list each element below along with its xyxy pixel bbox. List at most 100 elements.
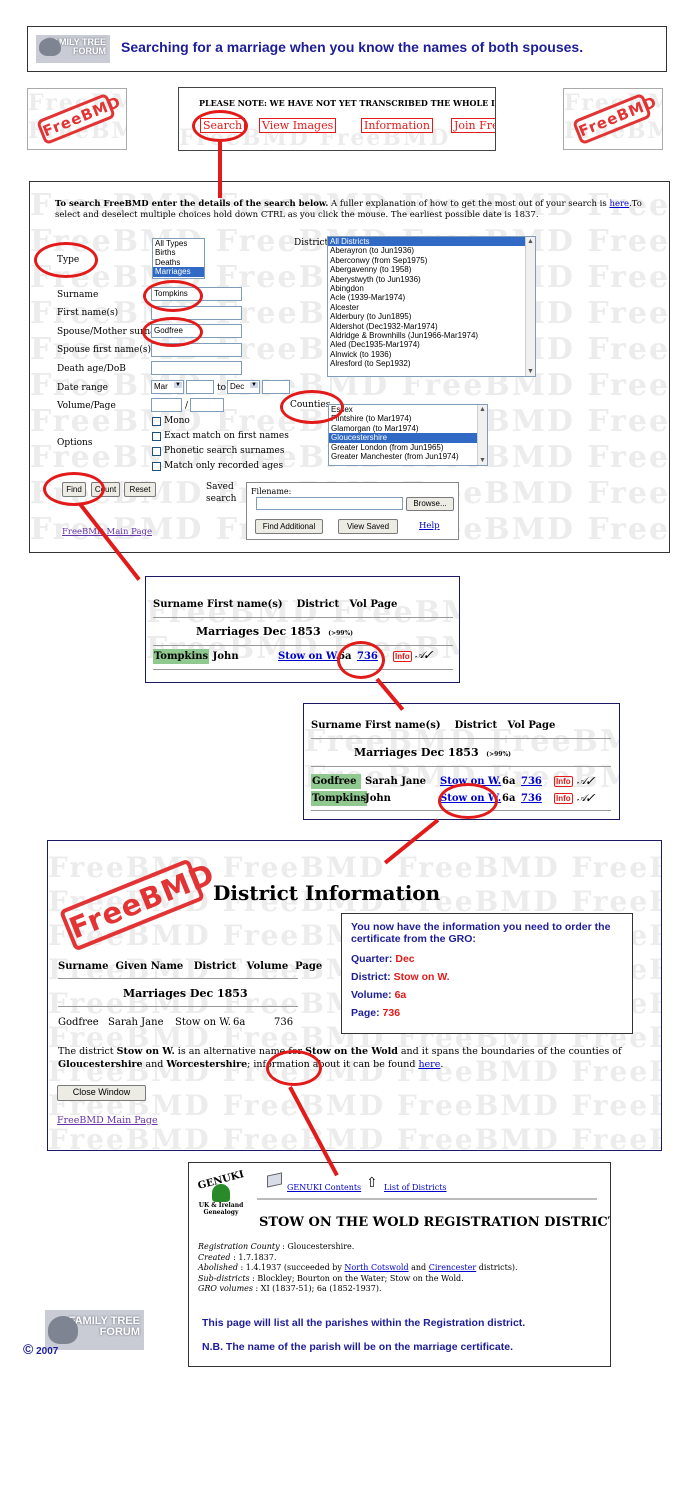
- page-input[interactable]: [190, 398, 224, 412]
- tab-information[interactable]: Information: [361, 118, 434, 133]
- results-panel-1: FreeBMD FreeBMD FreeBMDFreeBMD FreeBMD F…: [145, 576, 460, 683]
- surname-label: Surname: [57, 290, 99, 300]
- signature-icon: 𝒜✓: [415, 650, 433, 661]
- filename-input[interactable]: [256, 497, 403, 510]
- type-select[interactable]: All Types Births Deaths Marriages: [152, 238, 205, 279]
- search-form-panel: FreeBMD FreeBMD FreeBMD FreeBMD FreeBMDF…: [29, 181, 670, 553]
- family-tree-forum-logo: FAMILY TREE FORUM: [36, 35, 110, 63]
- districts-select[interactable]: All Districts Aberayron (to Jun1936) Aberc…: [327, 236, 536, 377]
- annotation-oval: [192, 110, 248, 142]
- district-title: District Information: [213, 881, 441, 905]
- freebmd-logo-right: FreeBMDFreeBMD FreeBMD: [563, 88, 663, 150]
- counties-select[interactable]: Essex Flintshire (to Mar1974) Glamorgan (t…: [328, 404, 488, 466]
- recorded-ages-label: Match only recorded ages: [164, 461, 284, 471]
- view-saved-button[interactable]: View Saved: [338, 519, 398, 534]
- browse-button[interactable]: Browse...: [406, 497, 454, 511]
- page-link[interactable]: 736: [521, 776, 542, 787]
- genuki-logo: GENUKI UK & Ireland Genealogy: [196, 1169, 246, 1216]
- chevron-down-icon: ▼: [250, 382, 258, 388]
- mono-checkbox[interactable]: [152, 417, 161, 426]
- genuki-title: STOW ON THE WOLD REGISTRATION DISTRICT: [259, 1215, 611, 1230]
- annotation-oval: [266, 1050, 322, 1086]
- slash-text: /: [185, 401, 189, 411]
- north-cotswold-link[interactable]: North Cotswold: [344, 1263, 408, 1272]
- district-info-panel: FreeBMD FreeBMD FreeBMD FreeBMDFreeBMD F…: [47, 840, 662, 1151]
- notice-text: PLEASE NOTE: WE HAVE NOT YET TRANSCRIBED…: [199, 98, 495, 108]
- death-age-input[interactable]: [151, 361, 242, 375]
- help-link[interactable]: here: [609, 199, 629, 209]
- list-of-districts-link[interactable]: List of Districts: [384, 1183, 447, 1192]
- header-banner: FAMILY TREE FORUM Searching for a marria…: [27, 26, 667, 72]
- date-from-year[interactable]: [186, 380, 214, 394]
- section-heading: Marriages Dec 1853 (>99%): [354, 746, 512, 759]
- annotation-oval: [34, 242, 98, 278]
- signature-icon: 𝒜✓: [577, 776, 595, 787]
- genuki-details: Registration County : Gloucestershire. C…: [198, 1242, 518, 1293]
- tab-view-images[interactable]: View Images: [259, 118, 337, 133]
- help-link[interactable]: Help: [419, 521, 440, 531]
- parish-note: This page will list all the parishes wit…: [202, 1317, 526, 1329]
- exact-match-checkbox[interactable]: [152, 432, 161, 441]
- copyright: © 2007: [23, 1341, 59, 1357]
- annotation-oval: [438, 783, 498, 819]
- section-heading: Marriages Dec 1853: [123, 987, 248, 1000]
- recorded-ages-checkbox[interactable]: [152, 462, 161, 471]
- info-button[interactable]: Info: [554, 793, 573, 804]
- genuki-contents-link[interactable]: GENUKI Contents: [287, 1183, 361, 1192]
- annotation-oval: [143, 280, 203, 312]
- result-row: Tompkins John Stow on W. 6a 736 Info 𝒜✓: [153, 649, 433, 664]
- annotation-oval: [280, 390, 344, 424]
- page-link[interactable]: 736: [521, 793, 542, 804]
- options-label: Options: [57, 438, 93, 448]
- date-from-select[interactable]: Mar ▼: [151, 380, 184, 394]
- tab-join[interactable]: Join Fre: [451, 118, 495, 133]
- date-to-select[interactable]: Dec ▼: [227, 380, 260, 394]
- book-icon: [267, 1172, 282, 1188]
- page-title: Searching for a marriage when you know t…: [121, 39, 584, 55]
- section-heading: Marriages Dec 1853 (>99%): [196, 625, 354, 638]
- family-tree-forum-logo: FAMILY TREE FORUM: [45, 1310, 144, 1350]
- freebmd-logo-left: FreeBMDFreeBMD FreeBMD: [27, 88, 127, 150]
- district-table-header: Surname Given Name District Volume Page: [58, 961, 323, 972]
- info-button[interactable]: Info: [554, 776, 573, 787]
- district-info-link[interactable]: here: [418, 1059, 440, 1070]
- scrollbar[interactable]: [525, 237, 535, 376]
- info-button[interactable]: Info: [393, 651, 412, 662]
- mono-label: Mono: [164, 416, 190, 426]
- phonetic-checkbox[interactable]: [152, 447, 161, 456]
- close-window-button[interactable]: Close Window: [57, 1085, 146, 1101]
- tree-icon: [39, 38, 61, 56]
- certificate-note: N.B. The name of the parish will be on t…: [202, 1341, 513, 1353]
- annotation-oval: [337, 641, 385, 679]
- date-to-label: to: [217, 383, 227, 393]
- results-header: Surname First name(s) District Vol Page: [311, 720, 556, 731]
- genuki-panel: GENUKI UK & Ireland Genealogy GENUKI Con…: [188, 1162, 611, 1367]
- exact-match-label: Exact match on first names: [164, 431, 289, 441]
- reset-button[interactable]: Reset: [124, 482, 156, 497]
- date-to-year[interactable]: [262, 380, 290, 394]
- saved-search-box: Filename: Browse... Find Additional View…: [246, 482, 459, 540]
- cirencester-link[interactable]: Cirencester: [429, 1263, 476, 1272]
- phonetic-label: Phonetic search surnames: [164, 446, 285, 456]
- district-note: The district Stow on W. is an alternativ…: [58, 1046, 622, 1070]
- volume-input[interactable]: [151, 398, 182, 412]
- tree-icon: [48, 1316, 78, 1344]
- find-additional-button[interactable]: Find Additional: [255, 519, 323, 534]
- chevron-down-icon: ▼: [174, 382, 182, 388]
- results-header: Surname First name(s) District Vol Page: [153, 599, 398, 610]
- search-intro: To search FreeBMD enter the details of t…: [55, 199, 642, 220]
- scrollbar[interactable]: [477, 405, 487, 465]
- annotation-oval: [43, 472, 105, 506]
- annotation-oval: [142, 317, 203, 347]
- date-range-label: Date range: [57, 383, 108, 393]
- firstname-label: First name(s): [57, 308, 119, 318]
- annotation-arrow: [218, 142, 222, 198]
- volume-page-label: Volume/Page: [57, 401, 116, 411]
- main-page-link[interactable]: FreeBMD Main Page: [57, 1115, 158, 1126]
- freebmd-stamp: FreeBMD: [571, 92, 660, 146]
- district-row: Godfree Sarah Jane Stow on W. 6a 736: [58, 1017, 294, 1028]
- freebmd-stamp: FreeBMD: [35, 92, 124, 146]
- freebmd-stamp: FreeBMD: [58, 856, 220, 952]
- signature-icon: 𝒜✓: [577, 793, 595, 804]
- district-link[interactable]: Stow on W.: [278, 651, 339, 662]
